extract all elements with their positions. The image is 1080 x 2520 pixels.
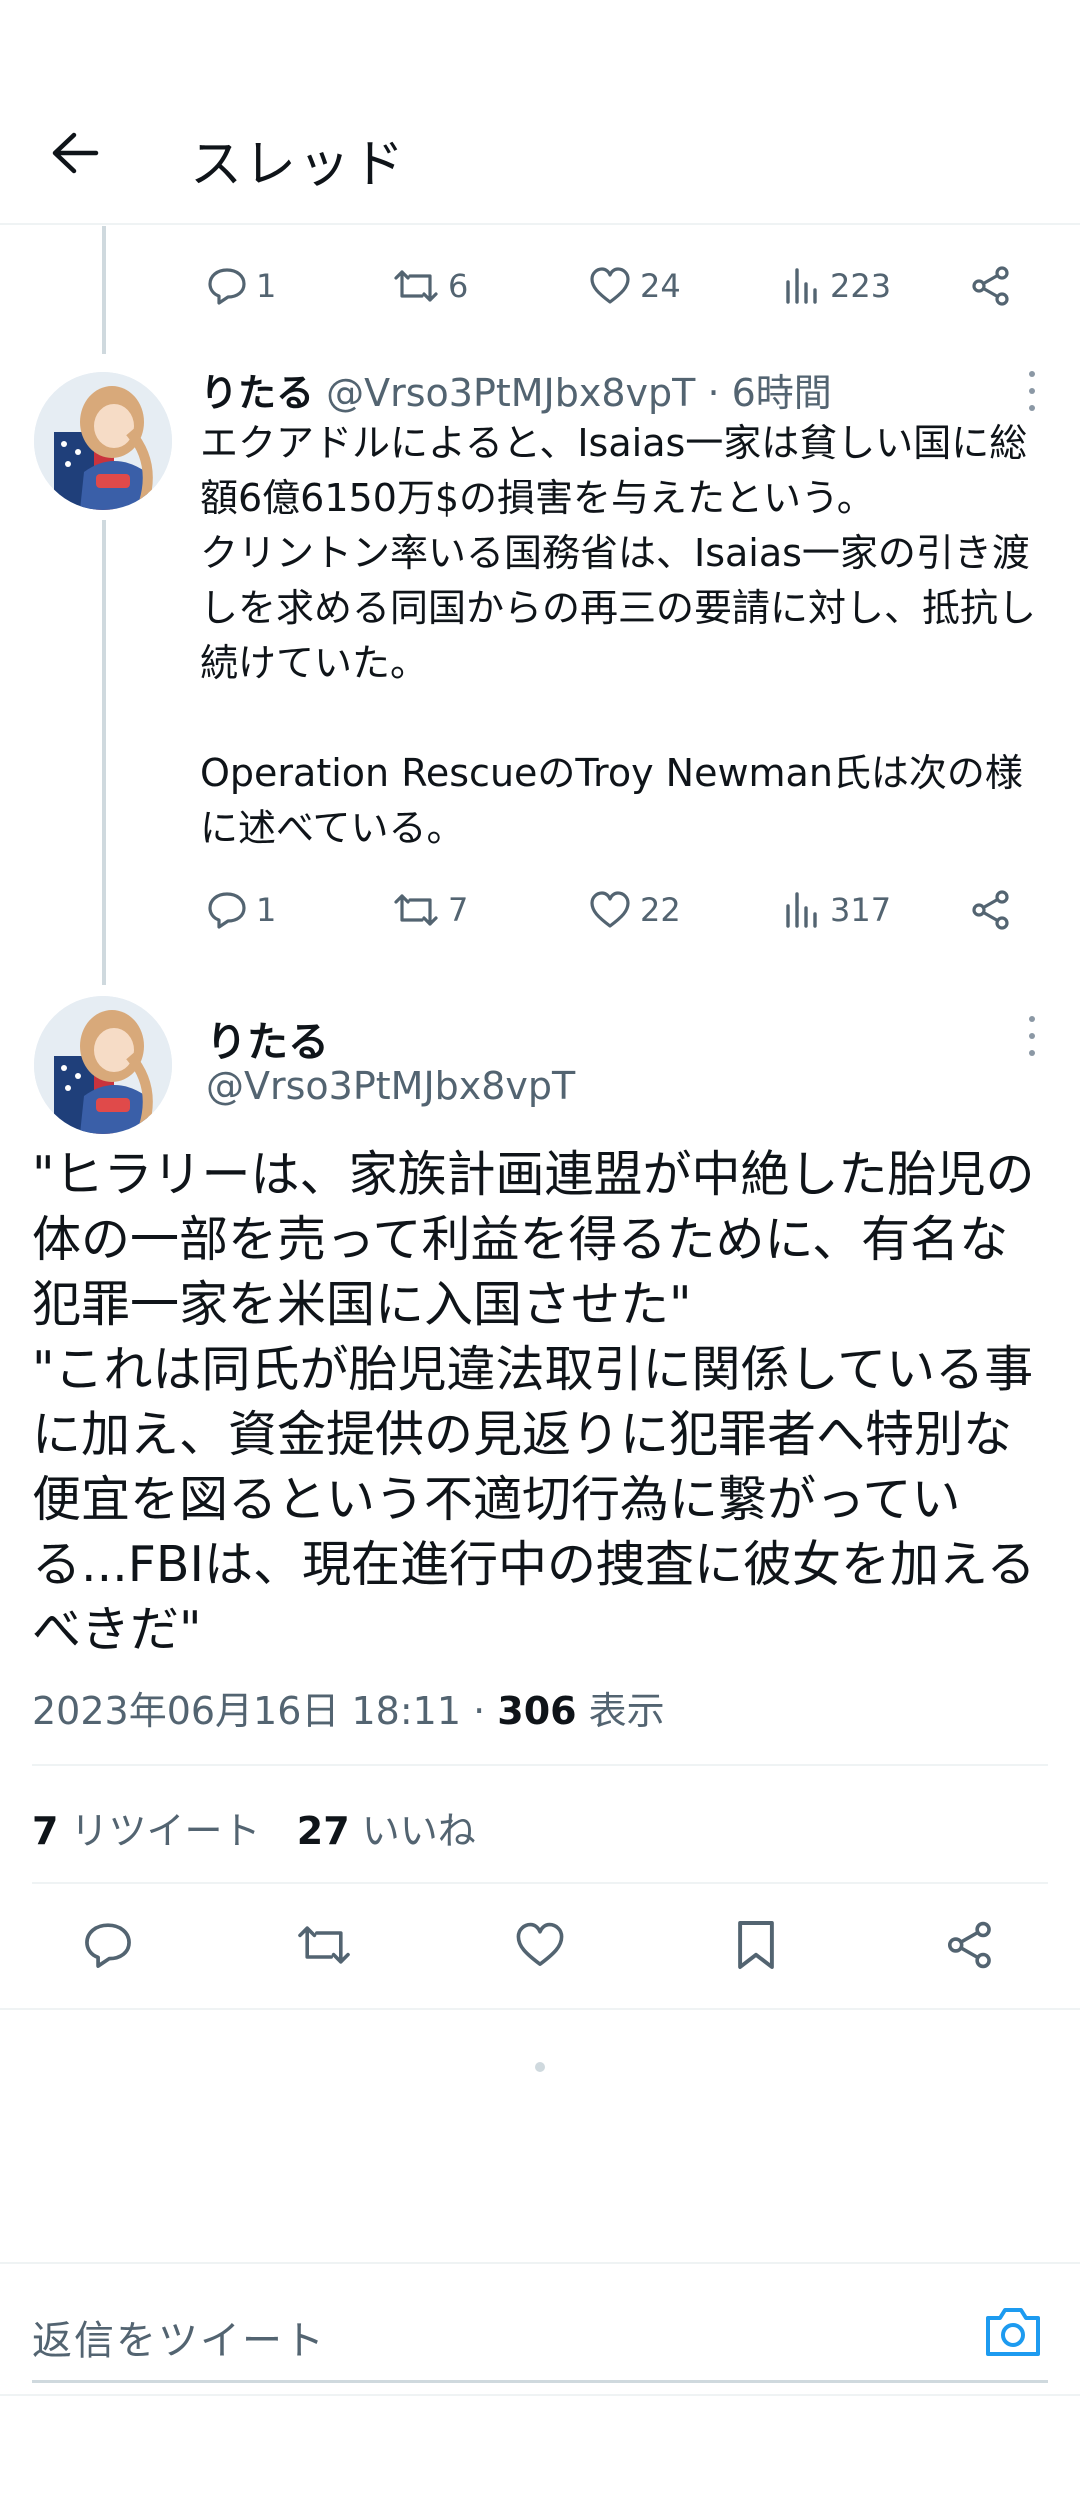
- reply-icon: [208, 892, 246, 929]
- tweet-header: りたる @Vrso3PtMJbx8vpT · 6時間: [200, 362, 832, 417]
- reply-composer: 返信をツイート: [0, 2262, 1080, 2398]
- back-button[interactable]: [40, 118, 110, 188]
- like-stat[interactable]: 27 いいね: [297, 1809, 476, 1853]
- reply-input-underline: [32, 2380, 1048, 2383]
- tweet-text: "ヒラリーは、家族計画連盟が中絶した胎児の体の一部を売って利益を得るために、有名…: [32, 1146, 1036, 1658]
- heart-icon: [590, 891, 630, 928]
- main-tweet-actions: [0, 1905, 1080, 1985]
- thread-connector-line: [102, 226, 106, 354]
- bookmark-icon: [738, 1921, 774, 1969]
- avatar-image: [34, 996, 172, 1134]
- like-count: 22: [640, 891, 681, 929]
- camera-icon: [986, 2308, 1040, 2356]
- thread-connector-line: [102, 520, 106, 985]
- like-count: 24: [640, 267, 681, 305]
- retweet-total: 7: [32, 1809, 59, 1853]
- user-handle[interactable]: @Vrso3PtMJbx8vpT: [326, 371, 695, 415]
- more-options-icon[interactable]: [1022, 1016, 1042, 1056]
- analytics-icon: [786, 892, 817, 928]
- heart-icon: [516, 1922, 564, 1966]
- view-count: 223: [830, 267, 892, 305]
- bookmark-button[interactable]: [716, 1905, 796, 1985]
- engagement-stats: 7 リツイート 27 いいね: [32, 1800, 476, 1855]
- display-name[interactable]: りたる: [206, 1008, 329, 1068]
- heart-icon: [590, 267, 630, 304]
- tweet-actions: 1 6 24 223: [200, 256, 1030, 316]
- divider: [0, 2008, 1080, 2010]
- tweet-time[interactable]: · 6時間: [707, 371, 831, 415]
- retweet-button[interactable]: 6: [392, 266, 468, 306]
- share-icon: [972, 266, 1009, 306]
- arrow-left-icon: [52, 132, 99, 174]
- like-button[interactable]: [500, 1905, 580, 1985]
- avatar[interactable]: [34, 372, 172, 510]
- divider: [0, 2394, 1080, 2396]
- retweet-button[interactable]: 7: [392, 890, 468, 930]
- reply-icon: [208, 268, 246, 305]
- share-button[interactable]: [970, 889, 1012, 931]
- retweet-icon: [298, 1926, 350, 1964]
- reply-button[interactable]: [68, 1905, 148, 1985]
- reply-count: 1: [256, 891, 277, 929]
- avatar[interactable]: [34, 996, 172, 1134]
- retweet-button[interactable]: [284, 1905, 364, 1985]
- view-label: 表示: [576, 1689, 665, 1733]
- reply-input[interactable]: 返信をツイート: [32, 2308, 326, 2366]
- tweet-text: エクアドルによると、Isaias一家は貧しい国に総額6億6150万$の損害を与え…: [200, 421, 1037, 850]
- like-total: 27: [296, 1809, 350, 1853]
- retweet-stat-label: リツイート: [58, 1809, 261, 1853]
- view-count: 306: [497, 1689, 577, 1733]
- retweet-icon: [394, 894, 438, 926]
- divider: [32, 1764, 1048, 1766]
- share-icon: [972, 890, 1009, 930]
- retweet-count: 7: [448, 891, 469, 929]
- user-handle[interactable]: @Vrso3PtMJbx8vpT: [206, 1064, 575, 1108]
- reply-icon: [85, 1923, 131, 1968]
- reply-button[interactable]: 1: [206, 266, 276, 306]
- share-button[interactable]: [930, 1905, 1010, 1985]
- retweet-stat[interactable]: 7 リツイート: [32, 1809, 261, 1853]
- tweet-timestamp: 2023年06月16日 18:11 · 306 表示: [32, 1680, 665, 1735]
- analytics-icon: [786, 268, 817, 304]
- view-count: 317: [830, 891, 892, 929]
- more-options-icon[interactable]: [1022, 371, 1042, 411]
- views-button[interactable]: 223: [782, 266, 891, 306]
- camera-button[interactable]: [982, 2304, 1044, 2360]
- retweet-count: 6: [448, 267, 469, 305]
- page-title: スレッド: [190, 135, 407, 195]
- like-stat-label: いいね: [349, 1809, 476, 1853]
- views-button[interactable]: 317: [782, 890, 891, 930]
- share-icon: [947, 1921, 991, 1969]
- avatar-image: [34, 372, 172, 510]
- like-button[interactable]: 24: [588, 266, 681, 306]
- reply-count: 1: [256, 267, 277, 305]
- retweet-icon: [394, 270, 438, 302]
- tweet-actions: 1 7 22 317: [200, 880, 1030, 940]
- divider: [32, 1882, 1048, 1884]
- share-button[interactable]: [970, 265, 1012, 307]
- display-name[interactable]: りたる: [200, 371, 314, 415]
- reply-button[interactable]: 1: [206, 890, 276, 930]
- like-button[interactable]: 22: [588, 890, 681, 930]
- loading-indicator: [535, 2062, 545, 2072]
- timestamp-text[interactable]: 2023年06月16日 18:11 ·: [32, 1689, 497, 1733]
- top-app-bar: スレッド: [0, 0, 1080, 225]
